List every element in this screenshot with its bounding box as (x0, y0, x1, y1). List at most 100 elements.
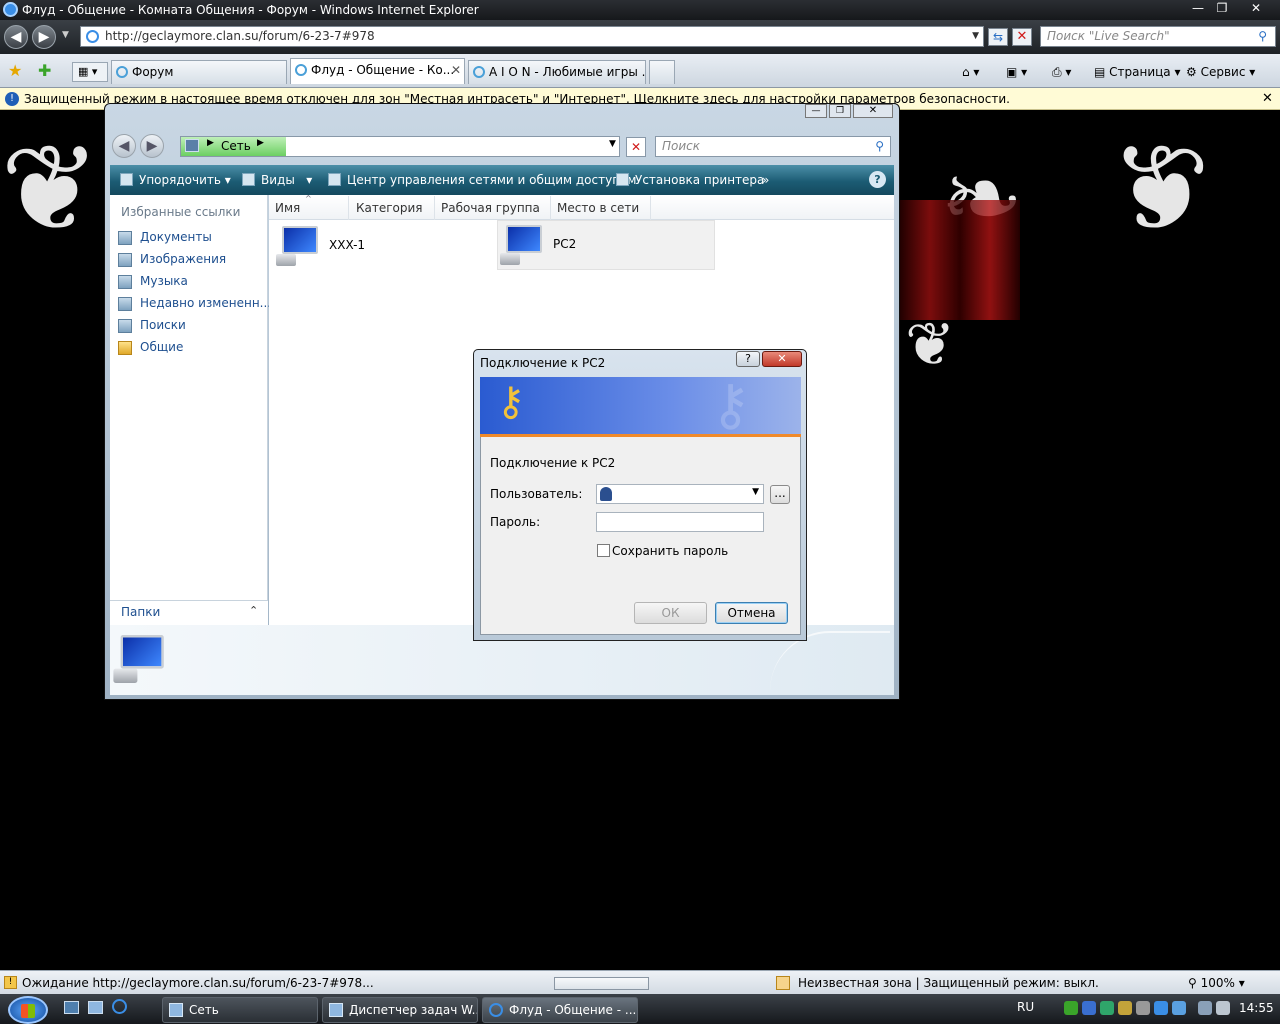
search-icon[interactable]: ⚲ (1258, 27, 1267, 46)
tab-aion[interactable]: A I O N - Любимые игры ... (468, 60, 646, 84)
network-icon (185, 139, 199, 152)
security-zone-text[interactable]: Неизвестная зона | Защищенный режим: вык… (798, 971, 1099, 995)
views-button[interactable]: Виды ▾ (242, 172, 312, 188)
dialog-help-button[interactable]: ? (736, 351, 760, 367)
start-button[interactable] (8, 996, 48, 1024)
column-location[interactable]: Место в сети (551, 196, 651, 220)
remember-password-label[interactable]: Сохранить пароль (612, 544, 728, 558)
install-printer-button[interactable]: Установка принтера (616, 172, 764, 188)
zone-icon (776, 976, 790, 990)
feeds-icon[interactable]: ▣ ▾ (1006, 62, 1027, 82)
breadcrumb[interactable]: ▶ Сеть ▶ ▼ (180, 136, 620, 157)
tray-icon-1[interactable] (1064, 1001, 1078, 1015)
back-button[interactable]: ◀ (4, 25, 28, 49)
chevron-up-icon[interactable]: ⌃ (249, 604, 258, 617)
tray-icon-4[interactable] (1118, 1001, 1132, 1015)
folders-bar[interactable]: Папки ⌃ (110, 600, 268, 625)
tab-close-icon[interactable]: ✕ (451, 59, 461, 81)
stop-icon[interactable]: ✕ (1012, 28, 1032, 46)
show-desktop-icon[interactable] (64, 1001, 79, 1014)
tab-page-icon (295, 64, 307, 76)
shield-icon: ! (5, 92, 19, 106)
tab-flood-active[interactable]: Флуд - Общение - Ко... ✕ (290, 58, 465, 84)
fav-documents[interactable]: Документы (118, 230, 212, 245)
network-tray-icon[interactable] (1198, 1001, 1212, 1015)
tray-icon-2[interactable] (1082, 1001, 1096, 1015)
dialog-close-button[interactable]: ✕ (762, 351, 802, 367)
fav-music[interactable]: Музыка (118, 274, 188, 289)
live-search-input[interactable]: Поиск "Live Search" ⚲ (1040, 26, 1276, 47)
explorer-search-icon[interactable]: ⚲ (875, 137, 884, 156)
column-workgroup[interactable]: Рабочая группа (435, 196, 551, 220)
tab-forum[interactable]: Форум (111, 60, 287, 84)
refresh-icon[interactable]: ⇆ (988, 28, 1008, 46)
taskbar-button-ie[interactable]: Флуд - Общение - ... (482, 997, 638, 1023)
user-dropdown-icon[interactable]: ▼ (752, 487, 759, 497)
crumb-arrow-icon[interactable]: ▶ (257, 138, 264, 148)
new-tab-button[interactable] (649, 60, 675, 84)
tools-menu[interactable]: ⚙ Сервис ▾ (1186, 62, 1255, 82)
ie-quicklaunch-icon[interactable] (112, 999, 127, 1014)
breadcrumb-network[interactable]: Сеть (221, 139, 251, 153)
taskbar-button-task-manager[interactable]: Диспетчер задач W... (322, 997, 478, 1023)
explorer-minimize-button[interactable]: — (805, 104, 827, 118)
page-menu[interactable]: ▤ Страница ▾ (1094, 62, 1181, 82)
explorer-forward-button[interactable]: ▶ (140, 134, 164, 158)
organize-button[interactable]: Упорядочить ▾ (120, 172, 231, 188)
explorer-back-button[interactable]: ◀ (112, 134, 136, 158)
task-manager-icon (329, 1003, 343, 1017)
fav-label: Общие (140, 340, 184, 354)
fav-recent[interactable]: Недавно измененн... (118, 296, 271, 311)
home-icon[interactable]: ⌂ ▾ (962, 62, 979, 82)
taskbar-button-network[interactable]: Сеть (162, 997, 318, 1023)
fav-searches[interactable]: Поиски (118, 318, 186, 333)
maximize-button[interactable]: ❐ (1210, 0, 1234, 16)
tray-icon-6[interactable] (1154, 1001, 1168, 1015)
add-favorites-icon[interactable]: ✚ (38, 61, 51, 80)
column-category[interactable]: Категория (350, 196, 435, 220)
progress-bar (554, 977, 649, 990)
ornament-right-icon: ❦ (1110, 120, 1211, 259)
volume-icon[interactable] (1216, 1001, 1230, 1015)
remember-password-checkbox[interactable] (597, 544, 610, 557)
address-input[interactable]: http://geclaymore.clan.su/forum/6-23-7#9… (80, 26, 984, 47)
explorer-close-button[interactable]: ✕ (853, 104, 893, 118)
infobar-close-icon[interactable]: ✕ (1262, 88, 1273, 110)
print-icon[interactable]: ⎙ ▾ (1052, 62, 1071, 82)
minimize-button[interactable]: — (1186, 0, 1210, 16)
tray-icon-7[interactable] (1172, 1001, 1186, 1015)
computer-item-pc2[interactable]: PC2 (497, 220, 715, 270)
fav-pictures[interactable]: Изображения (118, 252, 226, 267)
browse-users-button[interactable]: ... (770, 485, 790, 504)
organize-icon (120, 173, 133, 186)
more-commands-button[interactable]: » (762, 172, 769, 188)
help-icon[interactable]: ? (869, 171, 886, 188)
ok-button[interactable]: ОК (634, 602, 707, 624)
explorer-search-input[interactable]: Поиск ⚲ (655, 136, 891, 157)
computer-item-xxx1[interactable]: XXX-1 (274, 224, 394, 268)
tray-icon-5[interactable] (1136, 1001, 1150, 1015)
address-dropdown-icon[interactable]: ▼ (972, 27, 979, 46)
network-center-button[interactable]: Центр управления сетями и общим доступом (328, 172, 636, 188)
language-indicator[interactable]: RU (1017, 1000, 1034, 1014)
favorites-star-icon[interactable]: ★ (8, 61, 22, 80)
quick-tabs-button[interactable]: ▦ ▾ (72, 62, 108, 82)
status-text: Ожидание http://geclaymore.clan.su/forum… (22, 976, 374, 990)
breadcrumb-dropdown-icon[interactable]: ▼ (609, 139, 616, 149)
explorer-stop-icon[interactable]: ✕ (626, 137, 646, 157)
password-input[interactable] (596, 512, 764, 532)
close-button[interactable]: ✕ (1244, 0, 1268, 16)
taskbar-label: Флуд - Общение - ... (509, 1003, 637, 1017)
switch-windows-icon[interactable] (88, 1001, 103, 1014)
zoom-control[interactable]: ⚲ 100% ▾ (1188, 971, 1245, 995)
tray-icon-3[interactable] (1100, 1001, 1114, 1015)
explorer-maximize-button[interactable]: ❐ (829, 104, 851, 118)
crumb-arrow-icon[interactable]: ▶ (207, 138, 214, 148)
user-combobox[interactable]: ▼ (596, 484, 764, 504)
forward-button[interactable]: ▶ (32, 25, 56, 49)
history-dropdown-icon[interactable]: ▼ (62, 30, 69, 40)
clock[interactable]: 14:55 (1239, 1001, 1274, 1015)
fav-public[interactable]: Общие (118, 340, 184, 355)
cancel-button[interactable]: Отмена (715, 602, 788, 624)
curtain-image (900, 200, 1020, 320)
